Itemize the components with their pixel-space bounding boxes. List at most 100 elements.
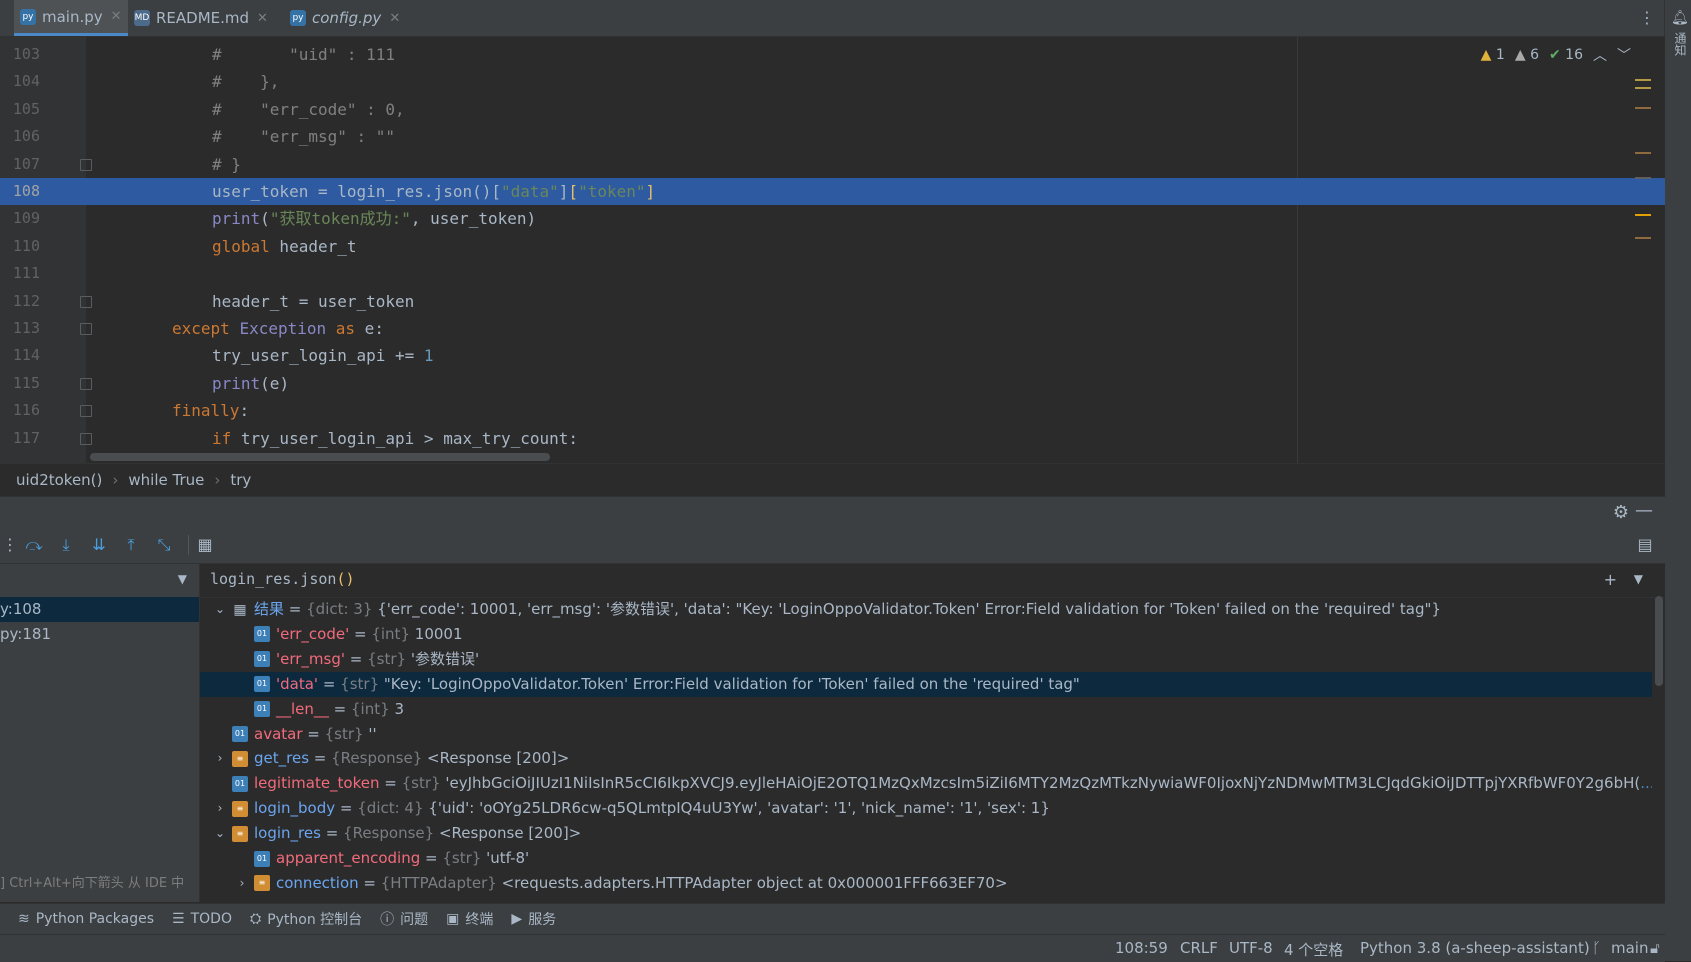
error-stripe-mark[interactable] — [1635, 237, 1651, 239]
code-line[interactable]: 115 print(e) — [0, 370, 1665, 397]
close-icon[interactable]: ✕ — [257, 11, 268, 26]
line-number[interactable]: 106 — [0, 123, 40, 150]
variable-row[interactable]: 01'err_code' = {int} 10001 — [200, 622, 1652, 647]
variable-row[interactable]: › ≡ get_res = {Response} <Response [200]> — [200, 746, 1652, 771]
fold-marker-icon[interactable] — [80, 158, 92, 171]
error-stripe-mark[interactable] — [1635, 177, 1651, 179]
tab-main-py[interactable]: py main.py ✕ — [14, 0, 128, 36]
variable-row[interactable]: 01 avatar = {str} '' — [200, 722, 1652, 747]
add-watch-icon[interactable]: + — [1604, 570, 1617, 589]
line-number[interactable]: 103 — [0, 41, 40, 68]
code-line[interactable]: 106 # "err_msg" : "" — [0, 123, 1665, 150]
bell-icon[interactable]: 🔔︎ — [1671, 10, 1689, 26]
run-to-cursor-icon[interactable]: ⤡ — [154, 535, 174, 555]
step-over-icon[interactable]: ⤼ — [24, 535, 44, 555]
line-number[interactable]: 111 — [0, 260, 40, 287]
breadcrumb-item[interactable]: try — [220, 471, 261, 489]
line-separator[interactable]: CRLF — [1180, 939, 1218, 957]
line-number[interactable]: 113 — [0, 315, 40, 342]
code-line[interactable]: 110 global header_t — [0, 233, 1665, 260]
chevron-right-icon[interactable]: › — [214, 746, 226, 771]
tab-config-py[interactable]: py config.py ✕ — [290, 0, 400, 36]
error-stripe-mark[interactable] — [1635, 87, 1651, 89]
menu-icon[interactable]: ⋮ — [0, 535, 20, 555]
git-branch[interactable]: main — [1611, 939, 1648, 957]
line-number[interactable]: 116 — [0, 397, 40, 424]
tab-readme-md[interactable]: MD README.md ✕ — [134, 0, 268, 36]
code-line[interactable]: 117 if try_user_login_api > max_try_count… — [0, 425, 1665, 452]
chevron-down-icon[interactable]: ⌄ — [214, 821, 226, 846]
variable-row[interactable]: 01'err_msg' = {str} '参数错误' — [200, 647, 1652, 672]
code-line[interactable]: 114 try_user_login_api += 1 — [0, 342, 1665, 369]
step-out-icon[interactable]: ⤒ — [121, 535, 141, 555]
more-vertical-icon[interactable]: ⋮ — [1639, 8, 1655, 27]
chevron-down-icon[interactable]: ⌄ — [214, 597, 226, 622]
line-number[interactable]: 109 — [0, 205, 40, 232]
chevron-down-icon[interactable]: ▼ — [178, 572, 187, 586]
chevron-up-icon[interactable]: ︿ — [1593, 45, 1607, 65]
inspection-widget[interactable]: ▲ 1 ▲ 6 ✔ 16 ︿ ﹀ — [1481, 45, 1631, 65]
code-line[interactable]: 103 # "uid" : 111 — [0, 41, 1665, 68]
variable-row[interactable]: 01'data' = {str} "Key: 'LoginOppoValidat… — [200, 671, 1652, 697]
chevron-right-icon[interactable]: › — [214, 796, 226, 821]
tool-tab[interactable]: ⓘ 问题 — [380, 909, 428, 929]
code-line[interactable]: 107 # } — [0, 151, 1665, 178]
line-number[interactable]: 105 — [0, 96, 40, 123]
tool-tab[interactable]: ▣ 终端 — [446, 909, 493, 929]
code-line[interactable]: 105 # "err_code" : 0, — [0, 96, 1665, 123]
fold-marker-icon[interactable] — [80, 323, 92, 335]
chevron-right-icon[interactable]: › — [236, 871, 248, 896]
error-stripe-mark[interactable] — [1635, 214, 1651, 216]
variable-row[interactable]: 01 legitimate_token = {str} 'eyJhbGciOiJI… — [200, 771, 1652, 796]
close-icon[interactable]: ✕ — [389, 11, 400, 26]
minimize-icon[interactable]: — — [1635, 500, 1653, 521]
variable-row[interactable]: ⌄ ▦ 结果 = {dict: 3} {'err_code': 10001, 'er… — [200, 597, 1652, 622]
line-number[interactable]: 108 — [0, 178, 40, 205]
error-stripe-mark[interactable] — [1635, 152, 1651, 154]
line-number[interactable]: 115 — [0, 370, 40, 397]
line-number[interactable]: 112 — [0, 288, 40, 315]
fold-marker-icon[interactable] — [80, 405, 92, 418]
variable-row[interactable]: 01 __len__ = {int} 3 — [200, 697, 1652, 722]
error-stripe-mark[interactable] — [1635, 107, 1651, 109]
horizontal-scrollbar[interactable] — [90, 453, 550, 461]
line-number[interactable]: 104 — [0, 68, 40, 95]
fold-marker-icon[interactable] — [80, 432, 92, 445]
step-into-my-code-icon[interactable]: ⇊ — [89, 535, 109, 555]
code-line[interactable]: 112 header_t = user_token — [0, 288, 1665, 315]
breadcrumb-item[interactable]: while True — [118, 471, 214, 489]
variable-row[interactable]: › ≡ connection = {HTTPAdapter} <requests.a… — [200, 871, 1652, 896]
close-icon[interactable]: ✕ — [111, 9, 122, 24]
code-line[interactable]: 113 except Exception as e: — [0, 315, 1665, 342]
tool-tab[interactable]: ≋ Python Packages — [18, 911, 154, 927]
layout-icon[interactable]: ▤ — [1635, 535, 1655, 555]
chevron-down-icon[interactable]: ▼ — [1634, 572, 1643, 586]
evaluate-expression-icon[interactable]: ▦ — [195, 535, 215, 555]
frame-item[interactable]: py:181 — [0, 622, 199, 647]
step-into-icon[interactable]: ⤓ — [56, 535, 76, 555]
line-number[interactable]: 107 — [0, 151, 40, 178]
line-number[interactable]: 117 — [0, 425, 40, 452]
frame-item[interactable]: y:108 — [0, 597, 199, 622]
interpreter[interactable]: Python 3.8 (a-sheep-assistant) — [1360, 939, 1590, 957]
lock-icon[interactable]: 🔓︎ — [1650, 939, 1660, 957]
tool-tab[interactable]: ⛭ Python 控制台 — [250, 909, 362, 929]
code-line[interactable]: 111 — [0, 260, 1665, 287]
fold-marker-icon[interactable] — [80, 377, 92, 390]
notifications-label[interactable]: 通知 — [1672, 32, 1689, 56]
caret-position[interactable]: 108:59 — [1115, 939, 1168, 957]
expression-bar[interactable]: login_res.json() + ▼ — [200, 564, 1665, 598]
code-editor[interactable]: 103 # "uid" : 111 104 # }, 105 # "err_code" :… — [0, 37, 1665, 463]
file-encoding[interactable]: UTF-8 — [1229, 939, 1273, 957]
tool-tab[interactable]: ☰ TODO — [172, 911, 232, 927]
fold-marker-icon[interactable] — [80, 295, 92, 308]
variable-row[interactable]: ⌄ ≡ login_res = {Response} <Response [200]… — [200, 821, 1652, 846]
code-line[interactable]: 104 # }, — [0, 68, 1665, 95]
line-number[interactable]: 110 — [0, 233, 40, 260]
error-stripe-mark[interactable] — [1635, 79, 1651, 81]
view-link[interactable]: ...视图 — [1640, 774, 1652, 792]
indent-setting[interactable]: 4 个空格 — [1284, 939, 1343, 960]
line-number[interactable]: 114 — [0, 342, 40, 369]
tool-tab[interactable]: ▶ 服务 — [511, 909, 556, 929]
code-line[interactable]: 116 finally: — [0, 397, 1665, 424]
